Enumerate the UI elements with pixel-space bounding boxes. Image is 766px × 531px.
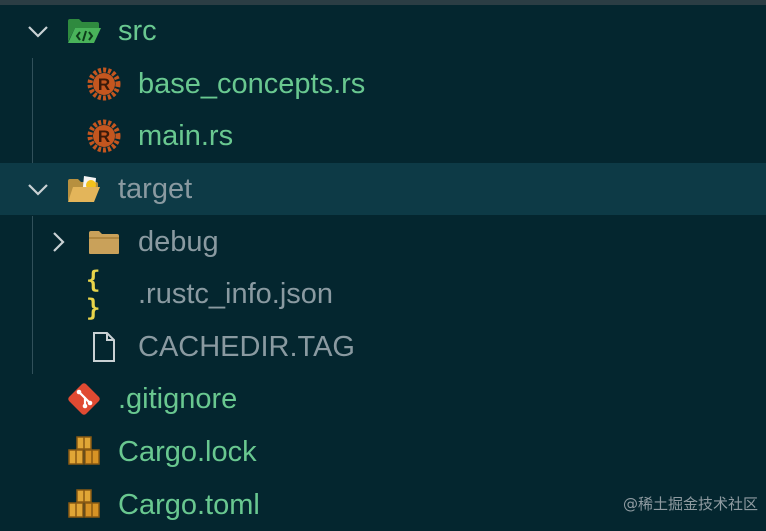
tree-item-label: .gitignore <box>118 383 238 416</box>
watermark: @稀土掘金技术社区 <box>622 495 758 513</box>
rust-file-icon: R <box>86 118 122 154</box>
cargo-package-icon <box>66 434 102 470</box>
chevron-down-icon[interactable] <box>27 20 49 42</box>
tree-item-label: main.rs <box>138 120 234 153</box>
tree-item-target-folder[interactable]: target <box>0 162 766 216</box>
tree-item-label: CACHEDIR.TAG <box>138 330 355 363</box>
tree-item-label: .rustc_info.json <box>138 278 334 311</box>
tree-item-cargo-lock[interactable]: Cargo.lock <box>0 426 766 479</box>
tree-item-label: Cargo.lock <box>118 436 257 469</box>
cargo-package-icon <box>66 487 102 523</box>
tree-item-src-folder[interactable]: src <box>0 5 766 58</box>
tree-item-label: src <box>118 15 157 48</box>
git-icon <box>66 381 102 417</box>
svg-text:R: R <box>98 127 110 146</box>
chevron-down-icon[interactable] <box>27 178 49 200</box>
tree-item-debug-folder[interactable]: debug <box>0 215 766 268</box>
json-braces-glyph: { } <box>86 266 103 323</box>
tree-item-base-concepts-rs[interactable]: R base_concepts.rs <box>0 58 766 111</box>
svg-text:R: R <box>98 75 110 94</box>
tree-item-cachedir-tag[interactable]: CACHEDIR.TAG <box>0 321 766 374</box>
folder-icon <box>86 224 122 260</box>
tree-item-rustc-info-json[interactable]: { } .rustc_info.json <box>0 266 766 322</box>
generic-file-icon <box>86 329 122 365</box>
rust-file-icon: R <box>86 66 122 102</box>
chevron-right-icon[interactable] <box>47 231 69 253</box>
tree-item-label: debug <box>138 225 219 258</box>
tree-item-label: target <box>118 173 193 206</box>
folder-src-open-icon <box>66 13 102 49</box>
file-explorer-tree: src R base_concepts.rs R main.rs target … <box>0 5 766 531</box>
tree-item-label: Cargo.toml <box>118 488 260 521</box>
json-file-icon: { } <box>86 266 122 322</box>
tree-item-gitignore[interactable]: .gitignore <box>0 373 766 426</box>
tree-item-main-rs[interactable]: R main.rs <box>0 110 766 163</box>
folder-target-open-icon <box>66 171 102 207</box>
tree-item-label: base_concepts.rs <box>138 67 366 100</box>
